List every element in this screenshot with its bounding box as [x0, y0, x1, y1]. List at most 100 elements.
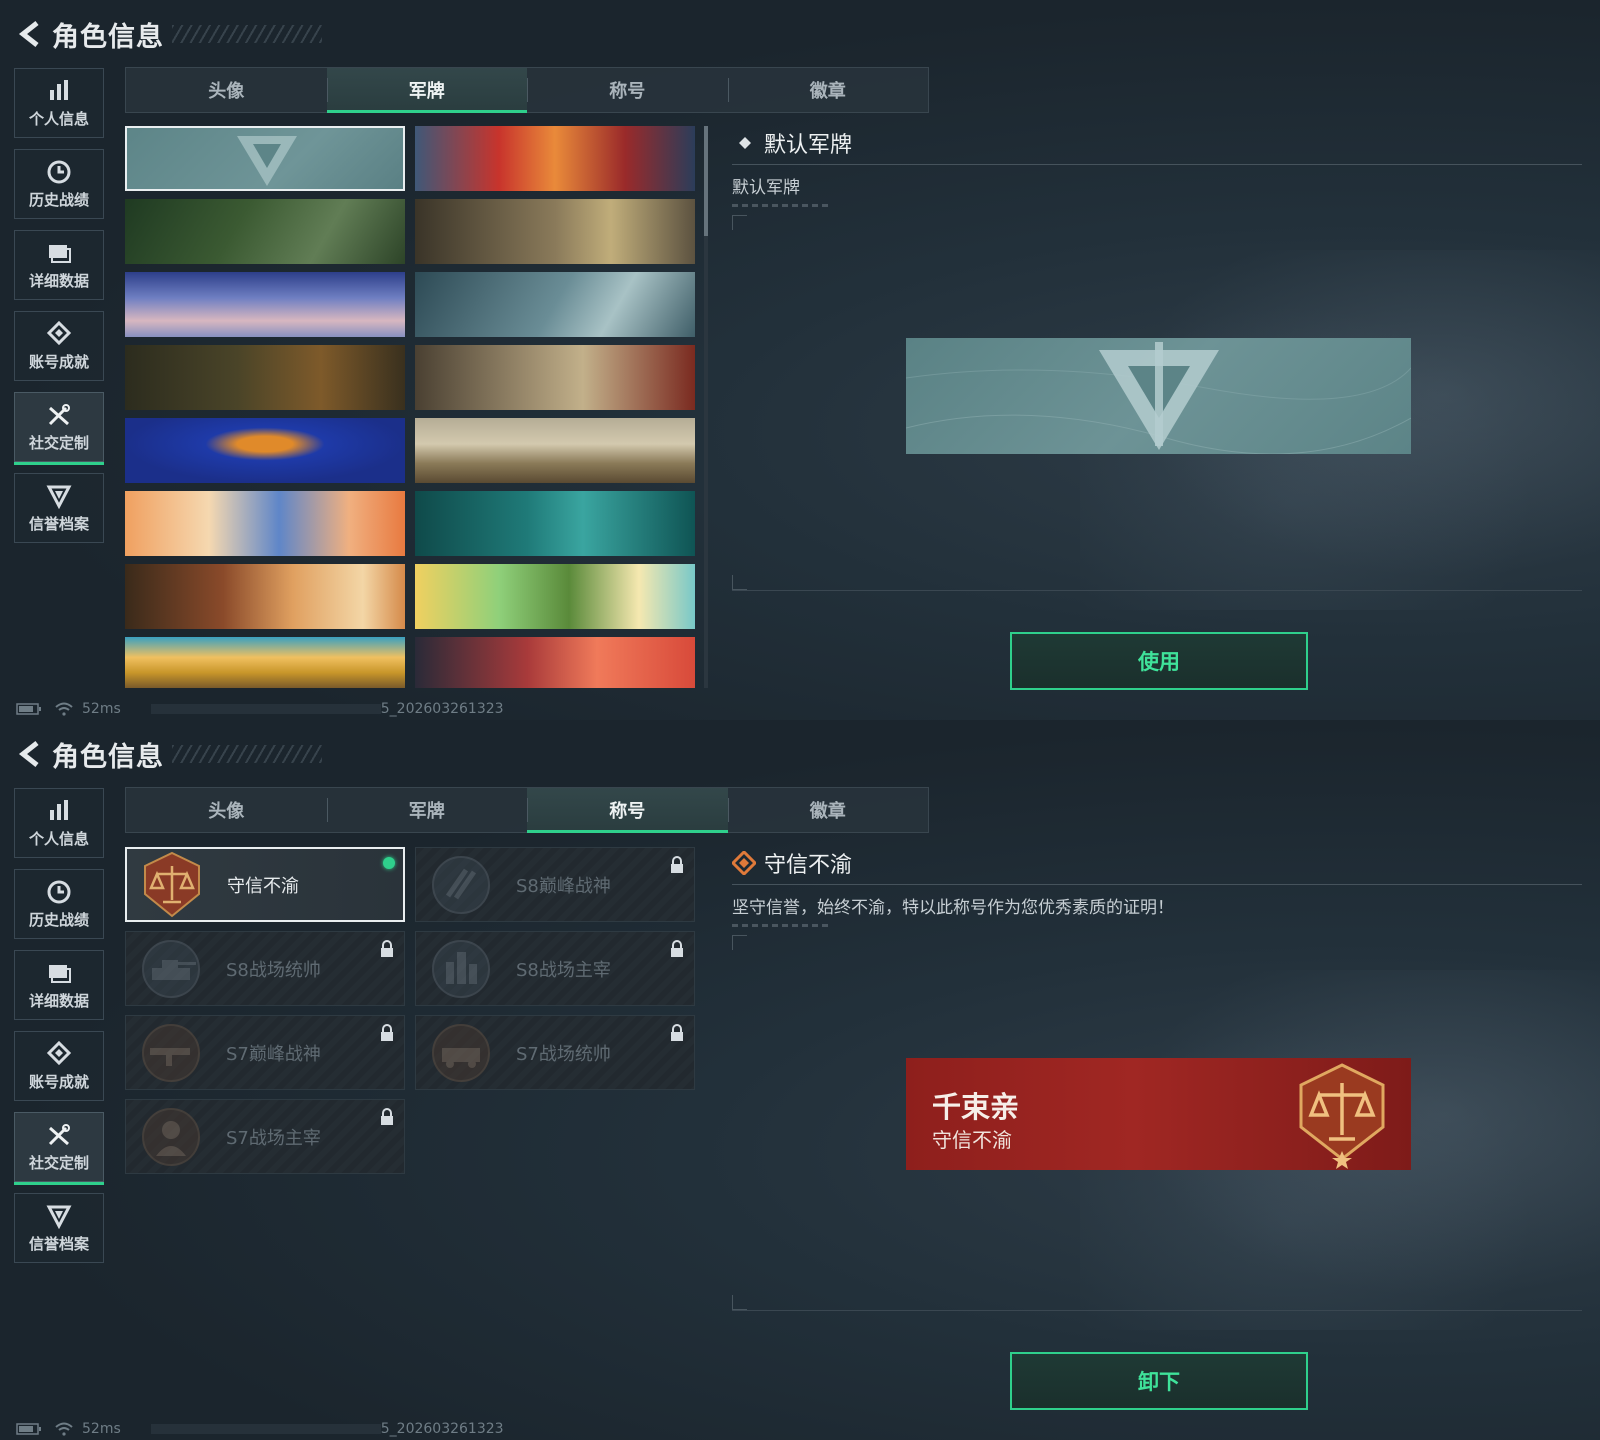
title-card-s8-commander[interactable]: S8战场统帅: [125, 931, 405, 1006]
page-title: 角色信息: [52, 741, 164, 773]
orange-diamond-icon: [732, 851, 756, 875]
folder-icon: [49, 964, 71, 983]
title-label: S8巅峰战神: [516, 875, 611, 897]
sidebar-item-social-custom[interactable]: 社交定制: [14, 392, 104, 465]
sidebar-item-achievements[interactable]: 账号成就: [14, 311, 104, 381]
tab-badge[interactable]: 徽章: [727, 788, 929, 832]
status-redacted-bar: [150, 704, 381, 714]
game-logo-icon: [906, 342, 1411, 454]
grid-scrollbar[interactable]: [704, 126, 708, 688]
card-orange-art[interactable]: [125, 491, 405, 556]
title-label: S7战场主宰: [226, 1127, 321, 1149]
use-button[interactable]: 使用: [1010, 632, 1308, 690]
sidebar-item-label: 历史战绩: [28, 910, 89, 929]
detail-title-row: 守信不渝: [732, 846, 1582, 880]
scales-emblem-icon: [144, 851, 200, 917]
sidebar-item-personal-info[interactable]: 个人信息: [14, 788, 104, 858]
title-card-s7-peak[interactable]: S7巅峰战神: [125, 1015, 405, 1090]
tab-military-tag[interactable]: 军牌: [326, 68, 527, 113]
ping-text: 52ms: [82, 701, 121, 717]
title-label: S7战场统帅: [516, 1043, 611, 1065]
sidebar-item-detailed-data[interactable]: 详细数据: [14, 950, 104, 1020]
card-blue-helmet[interactable]: [125, 418, 405, 483]
version-text: 5_202603261323: [380, 1421, 504, 1437]
title-card-shouxin[interactable]: 守信不渝: [125, 847, 405, 922]
card-default-logo[interactable]: [125, 126, 405, 191]
card-music-headphones[interactable]: [415, 564, 695, 629]
version-text: 5_202603261323: [380, 701, 504, 717]
lock-icon: [671, 940, 683, 957]
sidebar-item-personal-info[interactable]: 个人信息: [14, 68, 104, 138]
sidebar: 个人信息 历史战绩 详细数据 账号成就 社交定制 信誉档案: [14, 788, 106, 1274]
unequip-button[interactable]: 卸下: [1010, 1352, 1308, 1410]
scrollbar-thumb[interactable]: [704, 126, 708, 236]
tab-avatar[interactable]: 头像: [126, 68, 327, 112]
back-arrow-icon[interactable]: [16, 740, 44, 768]
clock-icon: [47, 160, 71, 183]
lock-icon: [381, 940, 393, 957]
sidebar-item-achievements[interactable]: 账号成就: [14, 1031, 104, 1101]
sidebar-item-label: 个人信息: [28, 829, 89, 848]
title-card-s7-dominator[interactable]: S7战场主宰: [125, 1099, 405, 1174]
card-explosion-weapon[interactable]: [415, 126, 695, 191]
card-storm-aircraft[interactable]: [415, 272, 695, 337]
sidebar-item-history[interactable]: 历史战绩: [14, 869, 104, 939]
sidebar-item-reputation[interactable]: 信誉档案: [14, 1193, 104, 1263]
title-label: S7巅峰战神: [226, 1043, 321, 1065]
diamond-bullet-icon: [739, 137, 751, 149]
preview-baseline: [732, 590, 1582, 591]
detail-panel: 默认军牌 默认军牌: [732, 126, 1582, 207]
sidebar-item-social-custom[interactable]: 社交定制: [14, 1112, 104, 1185]
title-hatch-decoration: [172, 745, 322, 763]
frame-corner: [732, 1295, 747, 1310]
card-parachute-sky[interactable]: [125, 272, 405, 337]
title-label: S8战场主宰: [516, 959, 611, 981]
tab-military-tag[interactable]: 军牌: [326, 788, 528, 832]
ping-text: 52ms: [82, 1421, 121, 1437]
tab-title[interactable]: 称号: [527, 68, 728, 112]
nameplate-title: 守信不渝: [932, 1128, 1012, 1152]
back-arrow-icon[interactable]: [16, 20, 44, 48]
preview-baseline: [732, 1310, 1582, 1311]
sidebar-item-label: 社交定制: [28, 1153, 89, 1172]
sidebar-item-label: 账号成就: [28, 1072, 89, 1091]
tab-title[interactable]: 称号: [527, 788, 728, 833]
frame-corner: [732, 935, 747, 950]
scales-emblem-icon: [1299, 1063, 1385, 1169]
card-rifle-field[interactable]: [125, 345, 405, 410]
screen-title: 角色信息 个人信息 历史战绩 详细数据 账号成就 社交定制 信誉档案 头像 军牌…: [0, 720, 1600, 1440]
battery-icon: [16, 703, 41, 715]
card-teal-gym[interactable]: [415, 491, 695, 556]
shield-emblem-icon: [46, 1205, 72, 1229]
sidebar-item-label: 账号成就: [28, 352, 89, 371]
card-sunset-rifleman[interactable]: [125, 564, 405, 629]
bar-chart-icon: [50, 79, 68, 100]
card-bomber-dust[interactable]: [415, 345, 695, 410]
frame-corner: [732, 215, 747, 230]
tab-badge[interactable]: 徽章: [727, 68, 929, 112]
tab-bar: 头像 军牌 称号 徽章: [125, 67, 929, 113]
detail-divider: [732, 164, 1582, 165]
tab-avatar[interactable]: 头像: [126, 788, 327, 832]
folder-icon: [49, 244, 71, 263]
game-logo-icon: [237, 136, 297, 186]
battery-icon: [16, 1423, 41, 1435]
card-city-sunset-girl[interactable]: [415, 637, 695, 688]
wifi-icon: [55, 1422, 73, 1436]
status-bar: 52ms 5_202603261323: [16, 700, 504, 718]
title-label: 守信不渝: [227, 875, 299, 897]
card-desert-vehicle[interactable]: [125, 637, 405, 688]
title-card-s8-dominator[interactable]: S8战场主宰: [415, 931, 695, 1006]
sidebar-item-detailed-data[interactable]: 详细数据: [14, 230, 104, 300]
card-desert-sniper[interactable]: [415, 418, 695, 483]
card-helicopter-soldier[interactable]: [415, 199, 695, 264]
sidebar-item-reputation[interactable]: 信誉档案: [14, 473, 104, 543]
title-card-s7-commander[interactable]: S7战场统帅: [415, 1015, 695, 1090]
sidebar-item-history[interactable]: 历史战绩: [14, 149, 104, 219]
detail-dots-decoration: [732, 924, 832, 927]
detail-title: 默认军牌: [764, 133, 853, 158]
detail-panel: 守信不渝 坚守信誉，始终不渝，特以此称号作为您优秀素质的证明！: [732, 846, 1582, 927]
lock-icon: [671, 1024, 683, 1041]
title-card-s8-peak[interactable]: S8巅峰战神: [415, 847, 695, 922]
card-camo-gear[interactable]: [125, 199, 405, 264]
